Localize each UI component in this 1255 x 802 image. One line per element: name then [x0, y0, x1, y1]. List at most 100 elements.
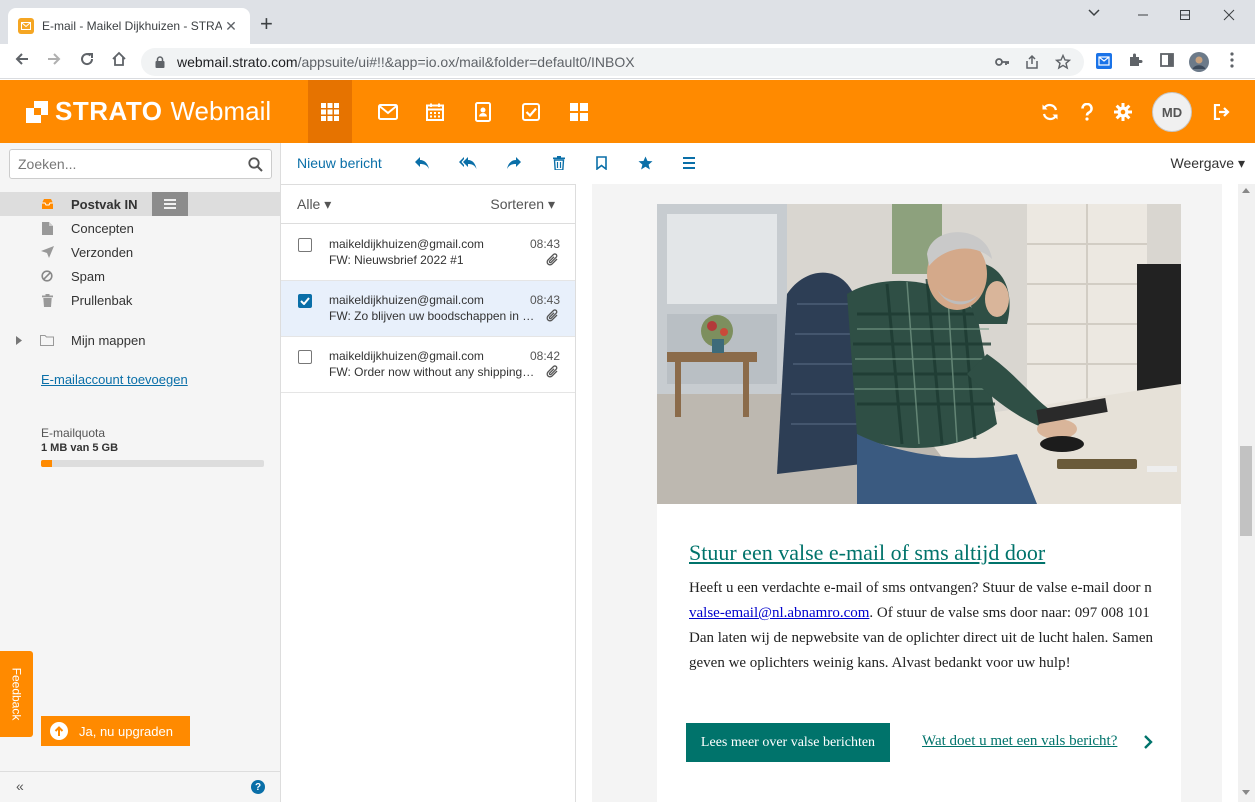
folder-options-button[interactable]	[152, 192, 188, 216]
lock-icon	[155, 56, 165, 68]
read-more-button[interactable]: Lees meer over valse berichten	[686, 723, 890, 762]
mail-list-item[interactable]: maikeldijkhuizen@gmail.com 08:42 FW: Ord…	[281, 337, 575, 393]
filter-dropdown[interactable]: Alle ▾	[297, 196, 331, 213]
bookmark-icon[interactable]	[591, 153, 611, 173]
view-dropdown[interactable]: Weergave ▾	[1171, 155, 1245, 172]
message-line: Heeft u een verdachte e-mail of sms ontv…	[689, 580, 1152, 596]
new-tab-button[interactable]: +	[260, 13, 273, 35]
message-headline-link[interactable]: Stuur een valse e-mail of sms altijd doo…	[689, 540, 1045, 566]
bookmark-star-icon[interactable]	[1054, 53, 1072, 72]
mail-list-item[interactable]: maikeldijkhuizen@gmail.com 08:43 FW: Zo …	[281, 281, 575, 337]
forward-icon[interactable]	[41, 49, 67, 75]
what-to-do-link[interactable]: Wat doet u met een vals bericht?	[922, 733, 1117, 750]
add-email-account-link[interactable]: E-mailaccount toevoegen	[41, 372, 188, 387]
refresh-icon[interactable]	[1038, 100, 1062, 124]
mail-time: 08:43	[529, 237, 560, 251]
help-circle-icon[interactable]: ?	[251, 780, 265, 794]
chevron-right-icon[interactable]	[1143, 735, 1153, 749]
app-launcher-icon[interactable]	[308, 80, 352, 143]
scroll-up-arrow-icon[interactable]	[1242, 188, 1250, 193]
report-email-link[interactable]: valse-email@nl.abnamro.com	[689, 605, 869, 621]
folder-label: Spam	[71, 268, 105, 284]
reading-pane-scrollbar[interactable]	[1238, 184, 1255, 802]
quota-value: 1 MB van 5 GB	[41, 442, 119, 454]
profile-avatar-icon[interactable]	[1189, 52, 1209, 72]
scroll-thumb[interactable]	[1240, 446, 1252, 536]
folder-label: Postvak IN	[71, 196, 138, 212]
user-avatar[interactable]: MD	[1152, 92, 1192, 132]
chevron-down-icon[interactable]	[1082, 6, 1106, 26]
reload-icon[interactable]	[74, 49, 100, 75]
search-input[interactable]	[18, 156, 248, 172]
reply-all-icon[interactable]	[458, 153, 478, 173]
portal-app-icon[interactable]	[557, 80, 601, 143]
mail-list: Alle ▾ Sorteren ▾ maikeldijkhuizen@gmail…	[281, 184, 576, 802]
back-icon[interactable]	[9, 49, 35, 75]
mail-list-item[interactable]: maikeldijkhuizen@gmail.com 08:43 FW: Nie…	[281, 225, 575, 281]
message-line: Dan laten wij de nepwebsite van de oplic…	[689, 630, 1154, 646]
contacts-app-icon[interactable]	[461, 80, 505, 143]
new-message-button[interactable]: Nieuw bericht	[297, 155, 382, 171]
quota-bar-fill	[41, 460, 53, 467]
share-icon[interactable]	[1023, 54, 1041, 72]
extensions-puzzle-icon[interactable]	[1125, 52, 1145, 72]
strato-logo-icon	[26, 100, 48, 123]
folder-my-folders[interactable]: Mijn mappen	[0, 328, 281, 352]
search-icon[interactable]	[248, 156, 263, 172]
forward-mail-icon[interactable]	[504, 153, 524, 173]
gear-icon[interactable]	[1111, 100, 1135, 124]
brand-name: STRATO	[55, 96, 163, 126]
maximize-button[interactable]	[1169, 6, 1201, 26]
expand-arrow-icon[interactable]	[16, 333, 22, 348]
key-icon[interactable]	[993, 54, 1011, 72]
sidepanel-icon[interactable]	[1157, 52, 1177, 72]
sort-dropdown[interactable]: Sorteren ▾	[490, 196, 555, 213]
mail-checkbox[interactable]	[298, 238, 312, 252]
mail-app-icon[interactable]	[366, 80, 410, 143]
tasks-app-icon[interactable]	[509, 80, 553, 143]
message-line: geven we oplichters weinig kans. Alvast …	[689, 655, 1071, 671]
folder-inbox[interactable]: Postvak IN	[0, 192, 281, 216]
address-bar[interactable]: webmail.strato.com/appsuite/ui#!!&app=io…	[141, 48, 1084, 76]
close-window-button[interactable]	[1213, 6, 1245, 26]
mail-checkbox[interactable]	[298, 350, 312, 364]
browser-tab[interactable]: E-mail - Maikel Dijkhuizen - STRATO ✕	[8, 8, 250, 44]
calendar-app-icon[interactable]	[413, 80, 457, 143]
browser-tabstrip: E-mail - Maikel Dijkhuizen - STRATO ✕ +	[0, 0, 1255, 44]
home-icon[interactable]	[106, 49, 132, 75]
browser-menu-icon[interactable]	[1222, 52, 1242, 72]
help-icon[interactable]	[1075, 100, 1099, 124]
logout-icon[interactable]	[1210, 100, 1234, 124]
folder-sent[interactable]: Verzonden	[0, 240, 281, 264]
folder-drafts[interactable]: Concepten	[0, 216, 281, 240]
search-box[interactable]	[9, 149, 272, 179]
folder-spam[interactable]: Spam	[0, 264, 281, 288]
paperclip-icon	[546, 253, 558, 266]
reply-icon[interactable]	[412, 153, 432, 173]
paperclip-icon	[546, 365, 558, 378]
mail-checkbox-checked[interactable]	[298, 294, 312, 308]
collapse-sidebar-icon[interactable]: «	[16, 778, 24, 794]
tab-title: E-mail - Maikel Dijkhuizen - STRATO	[42, 19, 222, 33]
mail-time: 08:42	[529, 349, 560, 363]
send-icon	[40, 245, 54, 259]
extension-mail-icon[interactable]	[1094, 52, 1114, 72]
close-tab-icon[interactable]: ✕	[222, 18, 240, 35]
feedback-tab[interactable]: Feedback	[0, 651, 33, 737]
product-name: Webmail	[170, 96, 272, 126]
feedback-label: Feedback	[9, 667, 24, 721]
url-text: webmail.strato.com/appsuite/ui#!!&app=io…	[177, 54, 635, 70]
paperclip-icon	[546, 309, 558, 322]
strato-logo[interactable]: STRATO Webmail	[25, 96, 271, 127]
upgrade-button[interactable]: Ja, nu upgraden	[41, 716, 190, 746]
message-line-rest: . Of stuur de valse sms door naar: 097 0…	[869, 605, 1150, 621]
star-icon[interactable]	[635, 153, 655, 173]
folder-trash[interactable]: Prullenbak	[0, 288, 281, 312]
minimize-button[interactable]	[1127, 6, 1159, 26]
folder-label: Prullenbak	[71, 292, 133, 308]
upgrade-label: Ja, nu upgraden	[79, 723, 173, 739]
trash-icon[interactable]	[549, 153, 569, 173]
more-menu-icon[interactable]	[679, 153, 699, 173]
mail-toolbar: Nieuw bericht Weergave ▾	[281, 143, 1255, 184]
scroll-down-arrow-icon[interactable]	[1242, 790, 1250, 795]
